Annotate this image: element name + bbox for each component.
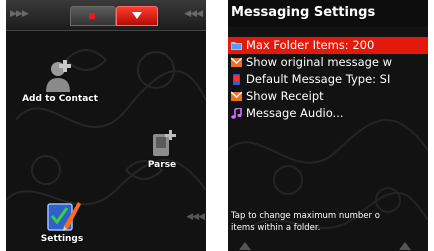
help-line: Tap to change maximum number o [231, 211, 380, 221]
phone-icon [233, 74, 240, 85]
scroll-up-arrow-icon[interactable] [398, 241, 412, 251]
top-bar: ▶▶▶ ◀◀◀ [6, 0, 206, 31]
envelope-icon [231, 57, 242, 67]
folder-icon [231, 42, 242, 50]
app-settings[interactable]: Settings [32, 196, 92, 244]
scroll-right-arrows-icon[interactable]: ◀◀◀ [184, 9, 203, 19]
menu-item-show-original-message[interactable]: Show original message w [228, 54, 428, 71]
menu-item-label: Max Folder Items: 200 [246, 38, 375, 52]
help-line: items within a folder. [231, 223, 321, 233]
app-add-to-contact[interactable]: Add to Contact [10, 58, 110, 104]
settings-menu: Max Folder Items: 200 Show original mess… [228, 37, 428, 122]
parse-icon [153, 130, 176, 156]
menu-item-show-receipt[interactable]: Show Receipt [228, 88, 428, 105]
tab-page-1[interactable] [70, 6, 116, 26]
envelope-icon [231, 91, 242, 101]
app-label: Parse [147, 160, 177, 170]
settings-icon [47, 202, 81, 231]
scroll-left-arrows-icon[interactable]: ▶▶▶ [10, 9, 29, 19]
help-text: Tap to change maximum number o items wit… [231, 210, 428, 234]
page-title: Messaging Settings [231, 5, 376, 20]
home-screen: ▶▶▶ ◀◀◀ Add to Contact Parse Settings ◀◀… [6, 0, 206, 251]
app-label: Settings [40, 234, 84, 244]
app-parse[interactable]: Parse [134, 128, 190, 170]
menu-item-max-folder-items[interactable]: Max Folder Items: 200 [228, 37, 428, 54]
messaging-settings-screen: Messaging Settings Max Folder Items: 200… [228, 0, 428, 251]
scroll-up-arrow-icon[interactable] [238, 241, 252, 251]
side-scroll-arrows-icon[interactable]: ◀◀◀ [186, 212, 205, 222]
tab-page-2[interactable] [116, 6, 158, 26]
menu-item-label: Show Receipt [246, 89, 324, 103]
menu-item-label: Default Message Type: SI [246, 72, 391, 86]
music-note-icon [231, 108, 242, 119]
add-contact-icon [46, 60, 71, 92]
title-bar: Messaging Settings [228, 0, 428, 27]
page-dot-icon [89, 13, 95, 19]
page-tabs [70, 6, 158, 26]
menu-item-default-message-type[interactable]: Default Message Type: SI [228, 71, 428, 88]
dropdown-triangle-icon [132, 12, 142, 19]
menu-item-label: Message Audio... [246, 106, 344, 120]
app-label: Add to Contact [22, 94, 98, 104]
menu-item-label: Show original message w [246, 55, 393, 69]
menu-item-message-audio[interactable]: Message Audio... [228, 105, 428, 122]
